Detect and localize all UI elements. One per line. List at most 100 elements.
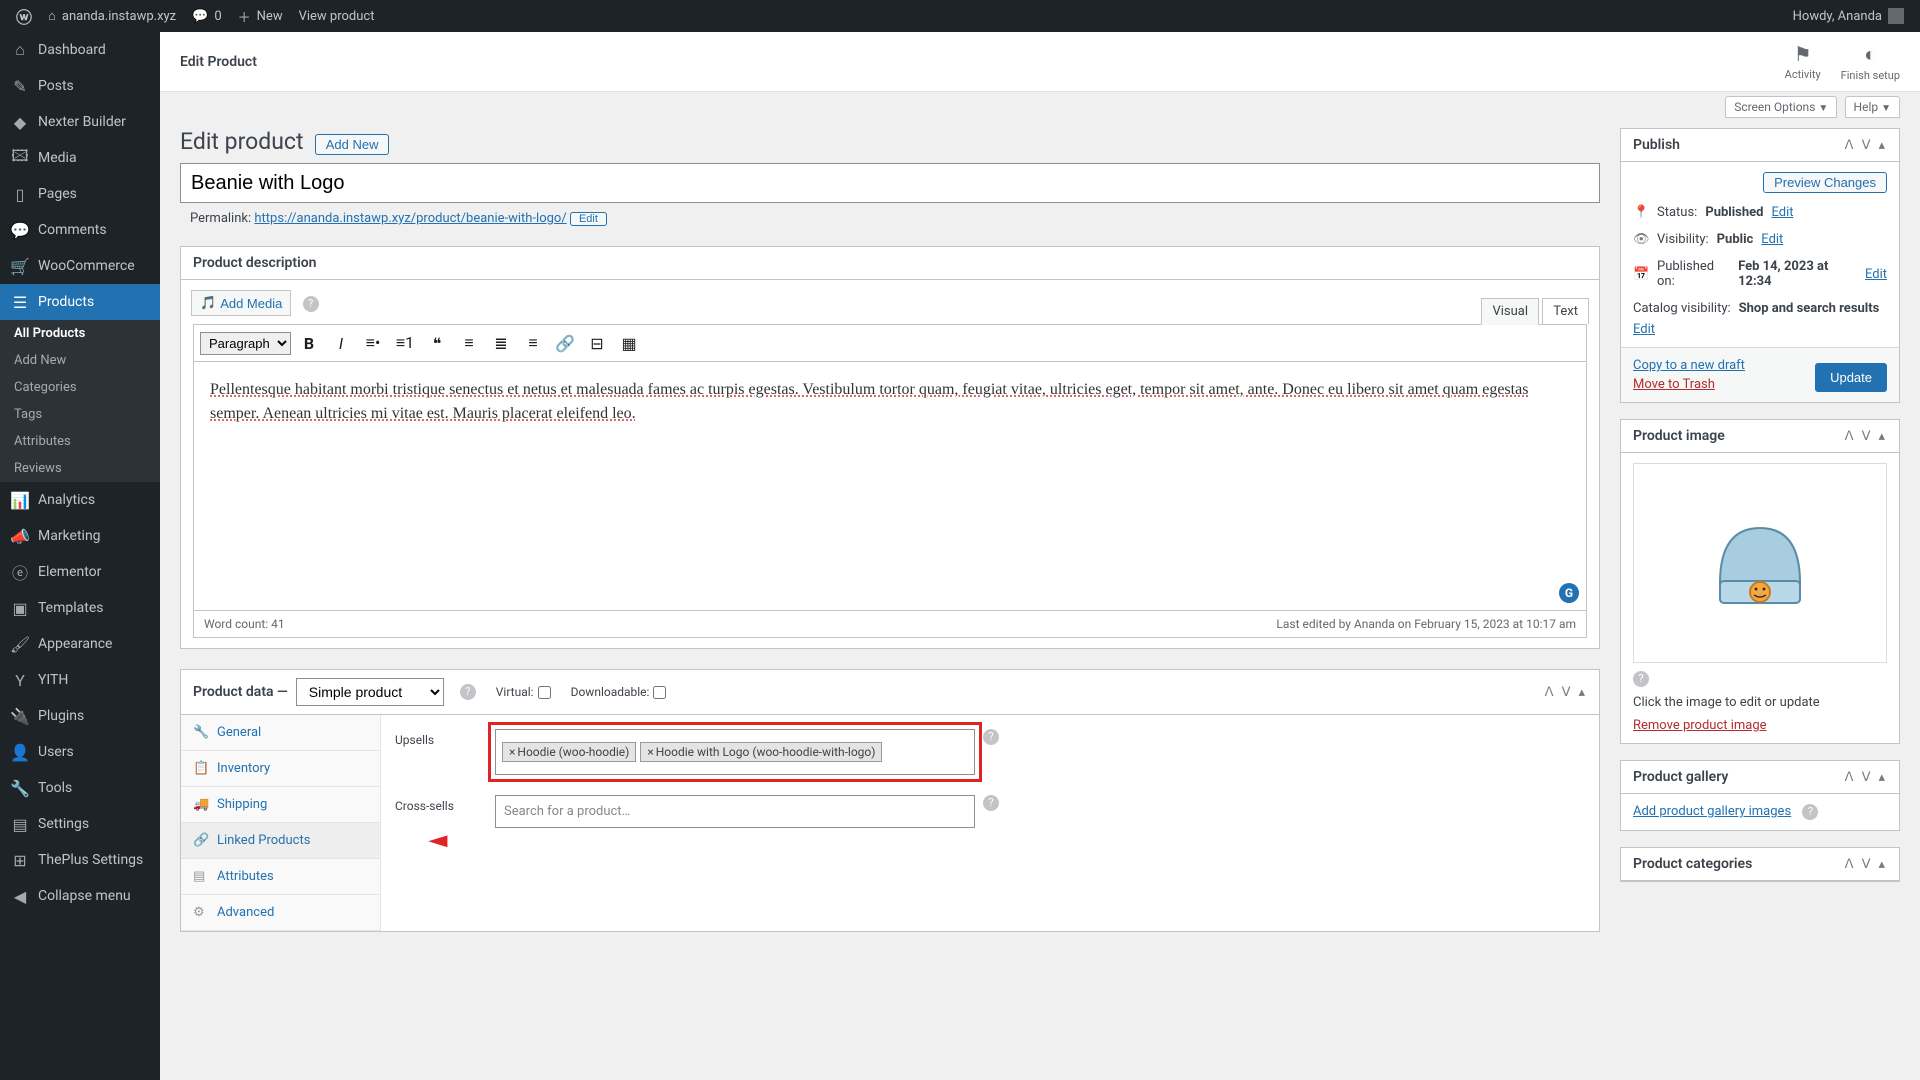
text-tab[interactable]: Text [1542,298,1589,324]
italic-button[interactable]: I [327,329,355,357]
sidebar-item-pages[interactable]: ▯Pages [0,176,160,212]
toolbar-toggle-button[interactable]: ▦ [615,329,643,357]
sidebar-item-woocommerce[interactable]: 🛒WooCommerce [0,248,160,284]
permalink-link[interactable]: https://ananda.instawp.xyz/product/beani… [254,211,566,226]
tab-general[interactable]: 🔧General [181,715,380,751]
collapse-icon[interactable]: ▴ [1876,770,1887,785]
upsell-chip[interactable]: ×Hoodie (woo-hoodie) [502,742,636,762]
downloadable-checkbox[interactable] [653,686,666,699]
move-up-icon[interactable]: ᐱ [1843,770,1856,785]
bold-button[interactable]: B [295,329,323,357]
update-button[interactable]: Update [1815,363,1887,392]
add-new-button[interactable]: Add New [315,134,390,155]
add-media-button[interactable]: 🎵Add Media [191,290,291,316]
new-link[interactable]: ＋New [230,0,291,32]
activity-button[interactable]: ⚑ Activity [1785,42,1821,82]
numbered-list-button[interactable]: ≡1 [391,329,419,357]
tab-advanced[interactable]: ⚙Advanced [181,895,380,931]
status-edit-link[interactable]: Edit [1771,205,1793,220]
virtual-checkbox[interactable] [538,686,551,699]
sidebar-item-appearance[interactable]: 🖌Appearance [0,626,160,662]
help-icon[interactable]: ? [983,795,999,811]
move-down-icon[interactable]: ᐯ [1860,857,1873,872]
upsells-input[interactable]: ×Hoodie (woo-hoodie)×Hoodie with Logo (w… [495,729,975,775]
crosssells-input[interactable]: Search for a product… [495,795,975,828]
sidebar-sub-categories[interactable]: Categories [0,374,160,401]
sidebar-sub-attributes[interactable]: Attributes [0,428,160,455]
sidebar-item-elementor[interactable]: ⓔElementor [0,554,160,590]
collapse-icon[interactable]: ▴ [1876,429,1887,444]
published-edit-link[interactable]: Edit [1865,267,1887,282]
help-button[interactable]: Help ▼ [1845,96,1900,118]
link-button[interactable]: 🔗 [551,329,579,357]
help-icon[interactable]: ? [1802,804,1818,820]
move-down-icon[interactable]: ᐯ [1560,685,1573,700]
align-right-button[interactable]: ≡ [519,329,547,357]
help-icon[interactable]: ? [983,729,999,745]
product-image[interactable] [1633,463,1887,663]
comments-link[interactable]: 💬0 [184,0,230,32]
help-icon[interactable]: ? [460,684,476,700]
howdy-link[interactable]: Howdy, Ananda [1785,0,1912,32]
sidebar-item-posts[interactable]: ✎Posts [0,68,160,104]
collapse-icon[interactable]: ▴ [1576,685,1587,700]
help-icon[interactable]: ? [303,296,319,312]
sidebar-sub-all-products[interactable]: All Products [0,320,160,347]
sidebar-item-analytics[interactable]: 📊Analytics [0,482,160,518]
move-up-icon[interactable]: ᐱ [1843,429,1856,444]
remove-chip-icon[interactable]: × [509,745,515,759]
site-link[interactable]: ⌂ananda.instawp.xyz [40,0,184,32]
sidebar-item-media[interactable]: 🖾Media [0,140,160,176]
remove-chip-icon[interactable]: × [647,745,653,759]
sidebar-item-comments[interactable]: 💬Comments [0,212,160,248]
trash-link[interactable]: Move to Trash [1633,377,1745,392]
align-left-button[interactable]: ≡ [455,329,483,357]
move-up-icon[interactable]: ᐱ [1543,685,1556,700]
visibility-edit-link[interactable]: Edit [1761,232,1783,247]
sidebar-item-tools[interactable]: 🔧Tools [0,770,160,806]
description-editor[interactable]: Pellentesque habitant morbi tristique se… [193,361,1587,611]
tab-shipping[interactable]: 🚚Shipping [181,787,380,823]
tab-linked-products[interactable]: 🔗Linked Products [181,823,380,859]
collapse-icon[interactable]: ▴ [1876,857,1887,872]
add-gallery-link[interactable]: Add product gallery images [1633,804,1791,819]
bullet-list-button[interactable]: ≡• [359,329,387,357]
move-down-icon[interactable]: ᐯ [1860,429,1873,444]
help-icon[interactable]: ? [1633,671,1649,687]
sidebar-item-settings[interactable]: ▤Settings [0,806,160,842]
product-title-input[interactable] [180,163,1600,203]
sidebar-sub-reviews[interactable]: Reviews [0,455,160,482]
remove-image-link[interactable]: Remove product image [1633,718,1767,733]
sidebar-item-templates[interactable]: ▣Templates [0,590,160,626]
wp-logo[interactable]: ⓦ [8,0,40,32]
move-down-icon[interactable]: ᐯ [1860,138,1873,153]
preview-button[interactable]: Preview Changes [1763,172,1887,193]
format-select[interactable]: Paragraph [200,332,291,355]
sidebar-sub-add-new[interactable]: Add New [0,347,160,374]
move-up-icon[interactable]: ᐱ [1843,857,1856,872]
sidebar-item-theplus-settings[interactable]: ⊞ThePlus Settings [0,842,160,878]
more-button[interactable]: ⊟ [583,329,611,357]
sidebar-item-yith[interactable]: YYITH [0,662,160,698]
collapse-icon[interactable]: ▴ [1876,138,1887,153]
move-up-icon[interactable]: ᐱ [1843,138,1856,153]
sidebar-sub-tags[interactable]: Tags [0,401,160,428]
upsell-chip[interactable]: ×Hoodie with Logo (woo-hoodie-with-logo) [640,742,882,762]
finish-setup-button[interactable]: ◐ Finish setup [1841,42,1900,82]
product-type-select[interactable]: Simple product [296,678,444,706]
align-center-button[interactable]: ≣ [487,329,515,357]
grammarly-icon[interactable]: G [1559,583,1579,603]
screen-options-button[interactable]: Screen Options ▼ [1725,96,1837,118]
quote-button[interactable]: ❝ [423,329,451,357]
tab-inventory[interactable]: 📋Inventory [181,751,380,787]
sidebar-item-products[interactable]: ☰Products [0,284,160,320]
move-down-icon[interactable]: ᐯ [1860,770,1873,785]
permalink-edit-button[interactable]: Edit [570,212,607,226]
sidebar-item-dashboard[interactable]: ⌂Dashboard [0,32,160,68]
visual-tab[interactable]: Visual [1481,298,1539,325]
sidebar-item-plugins[interactable]: 🔌Plugins [0,698,160,734]
sidebar-item-marketing[interactable]: 📣Marketing [0,518,160,554]
view-product-link[interactable]: View product [291,0,383,32]
sidebar-item-users[interactable]: 👤Users [0,734,160,770]
sidebar-item-nexter-builder[interactable]: ◆Nexter Builder [0,104,160,140]
